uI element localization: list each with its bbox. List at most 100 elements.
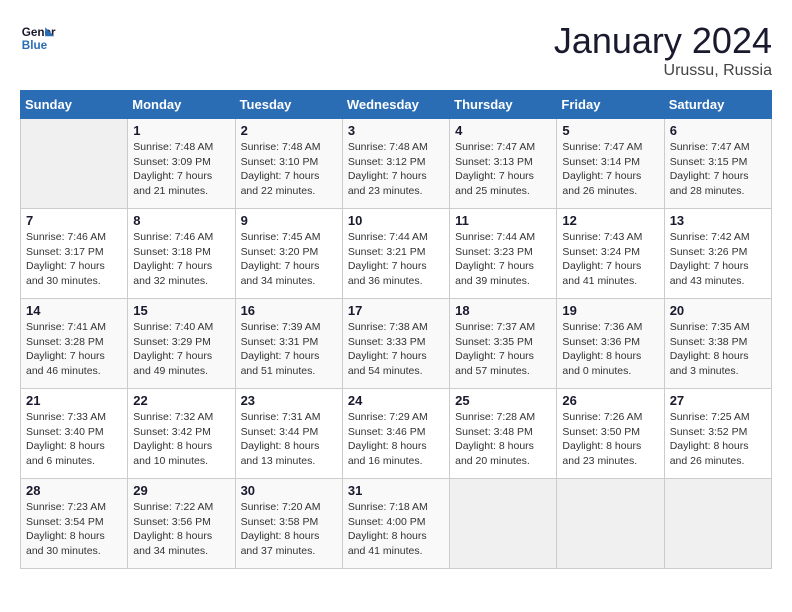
calendar-week-row: 21 Sunrise: 7:33 AMSunset: 3:40 PMDayligh…	[21, 389, 772, 479]
calendar-cell: 13 Sunrise: 7:42 AMSunset: 3:26 PMDayligh…	[664, 209, 771, 299]
day-info: Sunrise: 7:29 AMSunset: 3:46 PMDaylight:…	[348, 410, 444, 469]
calendar-cell: 27 Sunrise: 7:25 AMSunset: 3:52 PMDayligh…	[664, 389, 771, 479]
day-info: Sunrise: 7:38 AMSunset: 3:33 PMDaylight:…	[348, 320, 444, 379]
day-number: 1	[133, 123, 229, 138]
svg-text:General: General	[22, 26, 56, 39]
weekday-header: Tuesday	[235, 91, 342, 119]
day-number: 13	[670, 213, 766, 228]
day-info: Sunrise: 7:44 AMSunset: 3:23 PMDaylight:…	[455, 230, 551, 289]
weekday-header: Thursday	[450, 91, 557, 119]
day-number: 30	[241, 483, 337, 498]
calendar-cell: 6 Sunrise: 7:47 AMSunset: 3:15 PMDaylight…	[664, 119, 771, 209]
day-number: 2	[241, 123, 337, 138]
calendar-cell: 14 Sunrise: 7:41 AMSunset: 3:28 PMDayligh…	[21, 299, 128, 389]
day-info: Sunrise: 7:32 AMSunset: 3:42 PMDaylight:…	[133, 410, 229, 469]
day-info: Sunrise: 7:39 AMSunset: 3:31 PMDaylight:…	[241, 320, 337, 379]
weekday-header: Monday	[128, 91, 235, 119]
calendar-cell: 19Sunrise: 7:36 AMSunset: 3:36 PMDayligh…	[557, 299, 664, 389]
day-number: 27	[670, 393, 766, 408]
day-number: 17	[348, 303, 444, 318]
day-number: 5	[562, 123, 658, 138]
day-number: 11	[455, 213, 551, 228]
day-info: Sunrise: 7:28 AMSunset: 3:48 PMDaylight:…	[455, 410, 551, 469]
calendar-cell: 4 Sunrise: 7:47 AMSunset: 3:13 PMDaylight…	[450, 119, 557, 209]
day-number: 14	[26, 303, 122, 318]
day-number: 24	[348, 393, 444, 408]
calendar-cell: 15 Sunrise: 7:40 AMSunset: 3:29 PMDayligh…	[128, 299, 235, 389]
location: Urussu, Russia	[554, 62, 772, 80]
day-info: Sunrise: 7:35 AMSunset: 3:38 PMDaylight:…	[670, 320, 766, 379]
day-info: Sunrise: 7:25 AMSunset: 3:52 PMDaylight:…	[670, 410, 766, 469]
calendar-cell: 30 Sunrise: 7:20 AMSunset: 3:58 PMDayligh…	[235, 479, 342, 569]
day-info: Sunrise: 7:22 AMSunset: 3:56 PMDaylight:…	[133, 500, 229, 559]
day-info: Sunrise: 7:40 AMSunset: 3:29 PMDaylight:…	[133, 320, 229, 379]
page-header: General Blue January 2024 Urussu, Russia	[20, 20, 772, 80]
day-number: 8	[133, 213, 229, 228]
day-number: 28	[26, 483, 122, 498]
calendar-cell: 8 Sunrise: 7:46 AMSunset: 3:18 PMDaylight…	[128, 209, 235, 299]
calendar-cell: 3Sunrise: 7:48 AMSunset: 3:12 PMDaylight…	[342, 119, 449, 209]
calendar-cell: 18Sunrise: 7:37 AMSunset: 3:35 PMDayligh…	[450, 299, 557, 389]
calendar-cell: 10Sunrise: 7:44 AMSunset: 3:21 PMDayligh…	[342, 209, 449, 299]
day-number: 16	[241, 303, 337, 318]
day-info: Sunrise: 7:47 AMSunset: 3:15 PMDaylight:…	[670, 140, 766, 199]
calendar-cell: 2 Sunrise: 7:48 AMSunset: 3:10 PMDaylight…	[235, 119, 342, 209]
day-number: 31	[348, 483, 444, 498]
calendar-cell	[21, 119, 128, 209]
day-info: Sunrise: 7:23 AMSunset: 3:54 PMDaylight:…	[26, 500, 122, 559]
calendar-cell: 22 Sunrise: 7:32 AMSunset: 3:42 PMDayligh…	[128, 389, 235, 479]
day-info: Sunrise: 7:43 AMSunset: 3:24 PMDaylight:…	[562, 230, 658, 289]
calendar-cell: 23 Sunrise: 7:31 AMSunset: 3:44 PMDayligh…	[235, 389, 342, 479]
calendar-week-row: 28 Sunrise: 7:23 AMSunset: 3:54 PMDayligh…	[21, 479, 772, 569]
day-info: Sunrise: 7:42 AMSunset: 3:26 PMDaylight:…	[670, 230, 766, 289]
day-number: 29	[133, 483, 229, 498]
calendar-cell: 26 Sunrise: 7:26 AMSunset: 3:50 PMDayligh…	[557, 389, 664, 479]
calendar-cell: 9Sunrise: 7:45 AMSunset: 3:20 PMDaylight…	[235, 209, 342, 299]
calendar-table: SundayMondayTuesdayWednesdayThursdayFrid…	[20, 90, 772, 569]
day-info: Sunrise: 7:44 AMSunset: 3:21 PMDaylight:…	[348, 230, 444, 289]
svg-text:Blue: Blue	[22, 39, 48, 52]
day-info: Sunrise: 7:45 AMSunset: 3:20 PMDaylight:…	[241, 230, 337, 289]
day-number: 22	[133, 393, 229, 408]
calendar-cell: 17 Sunrise: 7:38 AMSunset: 3:33 PMDayligh…	[342, 299, 449, 389]
day-info: Sunrise: 7:31 AMSunset: 3:44 PMDaylight:…	[241, 410, 337, 469]
day-number: 23	[241, 393, 337, 408]
weekday-header: Friday	[557, 91, 664, 119]
day-info: Sunrise: 7:26 AMSunset: 3:50 PMDaylight:…	[562, 410, 658, 469]
calendar-cell	[664, 479, 771, 569]
calendar-cell	[557, 479, 664, 569]
calendar-cell: 16 Sunrise: 7:39 AMSunset: 3:31 PMDayligh…	[235, 299, 342, 389]
calendar-header-row: SundayMondayTuesdayWednesdayThursdayFrid…	[21, 91, 772, 119]
day-number: 3	[348, 123, 444, 138]
day-number: 6	[670, 123, 766, 138]
calendar-week-row: 7Sunrise: 7:46 AMSunset: 3:17 PMDaylight…	[21, 209, 772, 299]
calendar-cell: 20Sunrise: 7:35 AMSunset: 3:38 PMDayligh…	[664, 299, 771, 389]
calendar-cell: 29 Sunrise: 7:22 AMSunset: 3:56 PMDayligh…	[128, 479, 235, 569]
day-info: Sunrise: 7:46 AMSunset: 3:18 PMDaylight:…	[133, 230, 229, 289]
day-info: Sunrise: 7:36 AMSunset: 3:36 PMDaylight:…	[562, 320, 658, 379]
day-number: 25	[455, 393, 551, 408]
calendar-cell: 31 Sunrise: 7:18 AMSunset: 4:00 PMDayligh…	[342, 479, 449, 569]
weekday-header: Sunday	[21, 91, 128, 119]
day-info: Sunrise: 7:48 AMSunset: 3:10 PMDaylight:…	[241, 140, 337, 199]
day-info: Sunrise: 7:46 AMSunset: 3:17 PMDaylight:…	[26, 230, 122, 289]
day-info: Sunrise: 7:18 AMSunset: 4:00 PMDaylight:…	[348, 500, 444, 559]
day-number: 21	[26, 393, 122, 408]
calendar-cell: 25 Sunrise: 7:28 AMSunset: 3:48 PMDayligh…	[450, 389, 557, 479]
calendar-cell: 11 Sunrise: 7:44 AMSunset: 3:23 PMDayligh…	[450, 209, 557, 299]
day-info: Sunrise: 7:33 AMSunset: 3:40 PMDaylight:…	[26, 410, 122, 469]
calendar-cell: 21 Sunrise: 7:33 AMSunset: 3:40 PMDayligh…	[21, 389, 128, 479]
day-number: 4	[455, 123, 551, 138]
day-number: 12	[562, 213, 658, 228]
calendar-body: 1 Sunrise: 7:48 AMSunset: 3:09 PMDaylight…	[21, 119, 772, 569]
calendar-week-row: 14 Sunrise: 7:41 AMSunset: 3:28 PMDayligh…	[21, 299, 772, 389]
title-area: January 2024 Urussu, Russia	[554, 20, 772, 80]
day-info: Sunrise: 7:20 AMSunset: 3:58 PMDaylight:…	[241, 500, 337, 559]
day-info: Sunrise: 7:48 AMSunset: 3:09 PMDaylight:…	[133, 140, 229, 199]
day-number: 26	[562, 393, 658, 408]
calendar-cell: 7Sunrise: 7:46 AMSunset: 3:17 PMDaylight…	[21, 209, 128, 299]
calendar-cell: 1 Sunrise: 7:48 AMSunset: 3:09 PMDaylight…	[128, 119, 235, 209]
day-info: Sunrise: 7:41 AMSunset: 3:28 PMDaylight:…	[26, 320, 122, 379]
day-info: Sunrise: 7:47 AMSunset: 3:13 PMDaylight:…	[455, 140, 551, 199]
day-number: 15	[133, 303, 229, 318]
